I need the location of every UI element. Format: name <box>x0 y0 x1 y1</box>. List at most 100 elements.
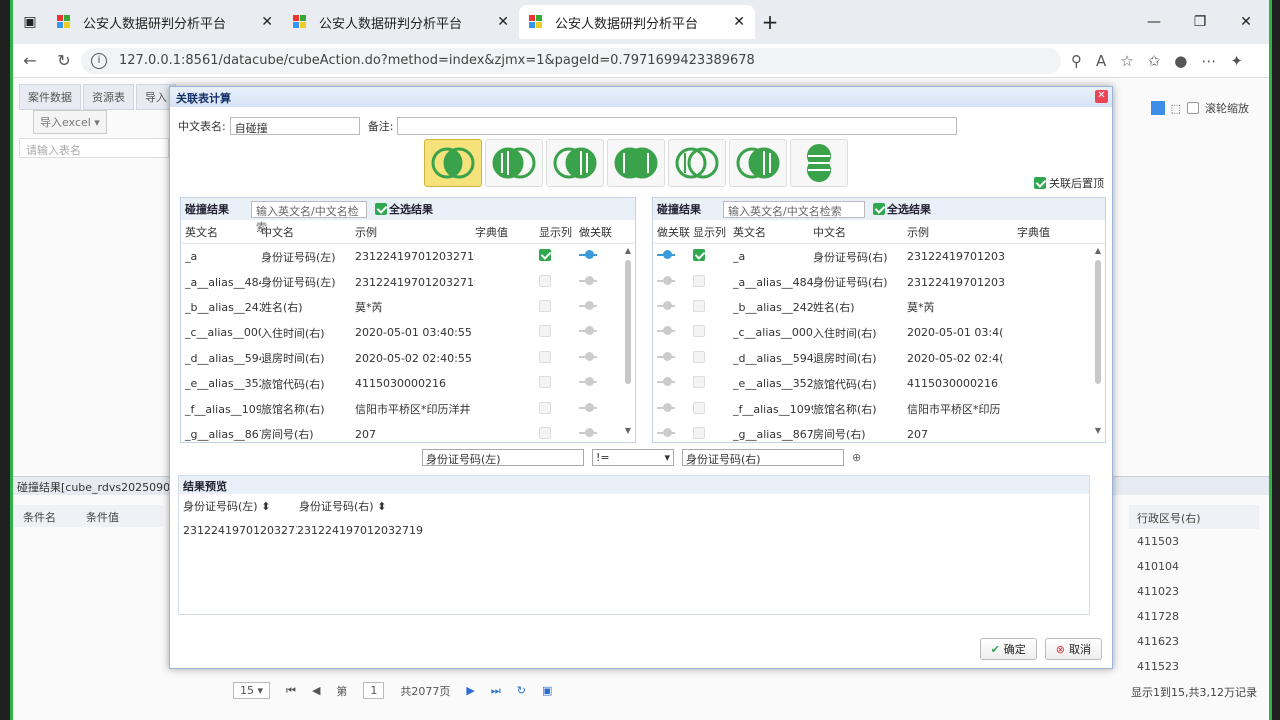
left-select-all-checkbox[interactable] <box>375 203 387 215</box>
pin-after-join-option[interactable]: 关联后置顶 <box>1034 175 1104 191</box>
prev-page-icon[interactable]: ◀ <box>312 684 320 697</box>
field-row[interactable]: _d__alias__594 退房时间(右) 2020-05-02 02:4( <box>653 346 1105 371</box>
page-size-select[interactable]: 15 ▾ <box>233 682 271 699</box>
show-column-checkbox[interactable] <box>539 376 551 389</box>
favorite-icon[interactable]: ☆ <box>1120 52 1133 70</box>
scroll-up-icon[interactable]: ▲ <box>1095 246 1101 255</box>
minimize-icon[interactable]: — <box>1131 0 1177 44</box>
show-column-checkbox[interactable] <box>693 401 705 414</box>
app-tab-resources[interactable]: 资源表 <box>83 84 134 110</box>
show-column-checkbox[interactable] <box>539 426 551 439</box>
link-toggle-icon[interactable] <box>657 326 679 336</box>
table-name-input[interactable]: 自碰撞 <box>229 117 360 135</box>
field-row[interactable]: _b__alias__242 姓名(右) 莫*芮 <box>181 295 635 320</box>
left-select-all[interactable]: 全选结果 <box>375 201 433 217</box>
field-row[interactable]: _a 身份证号码(左) 231224197012032719 <box>181 244 635 269</box>
field-row[interactable]: _c__alias__0003 入住时间(右) 2020-05-01 03:4( <box>653 320 1105 345</box>
show-column-checkbox[interactable] <box>693 325 705 338</box>
fit-tool-icon[interactable]: ⬚ <box>1171 102 1181 115</box>
field-row[interactable]: _f__alias__1099 旅馆名称(右) 信阳市平桥区*印历 <box>653 396 1105 421</box>
field-row[interactable]: _e__alias__352 旅馆代码(右) 4115030000216 <box>653 371 1105 396</box>
link-toggle-icon[interactable] <box>579 250 601 260</box>
full-join-button[interactable] <box>607 139 665 187</box>
show-column-checkbox[interactable] <box>693 350 705 363</box>
ok-button[interactable]: ✔ 确定 <box>979 638 1037 660</box>
operator-select[interactable]: != ▾ <box>592 449 674 466</box>
info-icon[interactable]: i <box>91 52 107 69</box>
link-toggle-icon[interactable] <box>579 377 601 387</box>
right-search-input[interactable]: 输入英文名/中文名检索 <box>723 200 865 218</box>
show-column-checkbox[interactable] <box>539 274 551 287</box>
right-exclusive-join-button[interactable] <box>729 139 787 187</box>
field-row[interactable]: _f__alias__1099旅馆名称(右) 信阳市平桥区*印历洋井 <box>181 396 635 421</box>
show-column-checkbox[interactable] <box>693 274 705 287</box>
link-toggle-icon[interactable] <box>657 377 679 387</box>
link-toggle-icon[interactable] <box>657 351 679 362</box>
close-icon[interactable]: ✕ <box>1095 90 1108 103</box>
left-field-select[interactable]: 身份证号码(左) <box>422 449 584 466</box>
link-toggle-icon[interactable] <box>657 275 679 286</box>
copilot-icon[interactable]: ✦ <box>1230 52 1243 70</box>
show-column-checkbox[interactable] <box>539 401 551 414</box>
last-page-icon[interactable]: ⏭ <box>491 684 501 698</box>
field-row[interactable]: _b__alias__242 姓名(右) 莫*芮 <box>653 295 1105 320</box>
first-page-icon[interactable]: ⏮ <box>286 684 296 698</box>
show-column-checkbox[interactable] <box>693 376 705 389</box>
show-column-checkbox[interactable] <box>539 325 551 338</box>
import-excel-button[interactable]: 导入excel ▾ <box>33 110 107 134</box>
new-tab-icon[interactable]: + <box>755 10 785 34</box>
url-field[interactable]: i 127.0.0.1:8561/datacube/cubeAction.do?… <box>81 47 1061 74</box>
right-field-select[interactable]: 身份证号码(右) <box>682 449 844 466</box>
field-row[interactable]: _c__alias__0003入住时间(右) 2020-05-01 03:40:5… <box>181 320 635 345</box>
scroll-down-icon[interactable]: ▼ <box>625 426 631 435</box>
field-row[interactable]: _d__alias__594 退房时间(右) 2020-05-02 02:40:55 <box>181 346 635 371</box>
reload-icon[interactable]: ↻ <box>517 684 526 697</box>
field-row[interactable]: _a__alias__4847 身份证号码(右) 23122419701203 <box>653 269 1105 294</box>
preview-col-left[interactable]: 身份证号码(左) ⬍ <box>183 498 293 514</box>
link-toggle-icon[interactable] <box>579 275 601 286</box>
right-join-button[interactable] <box>546 139 604 187</box>
close-tab-icon[interactable]: ✕ <box>261 14 273 30</box>
union-join-button[interactable] <box>790 139 848 187</box>
show-column-checkbox[interactable] <box>693 249 705 262</box>
link-toggle-icon[interactable] <box>657 250 679 260</box>
zoom-icon[interactable]: ⚲ <box>1071 52 1082 70</box>
left-scrollbar[interactable] <box>625 260 631 384</box>
window-menu-icon[interactable]: ▣ <box>13 5 47 39</box>
link-toggle-icon[interactable] <box>657 427 679 438</box>
field-row[interactable]: _g__alias__867 房间号(右) 207 <box>181 422 635 442</box>
right-select-all-checkbox[interactable] <box>873 203 885 215</box>
link-toggle-icon[interactable] <box>657 300 679 311</box>
back-icon[interactable]: ← <box>13 51 47 70</box>
pin-after-join-checkbox[interactable] <box>1034 177 1046 189</box>
link-toggle-icon[interactable] <box>579 402 601 413</box>
district-header[interactable]: 行政区号(右) <box>1129 505 1259 529</box>
right-scrollbar[interactable] <box>1095 260 1101 384</box>
close-tab-icon[interactable]: ✕ <box>497 14 509 30</box>
profile-icon[interactable]: ● <box>1174 52 1187 70</box>
show-column-checkbox[interactable] <box>693 299 705 312</box>
add-condition-icon[interactable]: ⊕ <box>852 451 861 464</box>
show-column-checkbox[interactable] <box>539 299 551 312</box>
browser-tab-1[interactable]: 公安人数据研判分析平台 ✕ <box>47 5 283 39</box>
link-toggle-icon[interactable] <box>657 402 679 413</box>
field-row[interactable]: _e__alias__352 旅馆代码(右) 4115030000216 <box>181 371 635 396</box>
close-tab-icon[interactable]: ✕ <box>733 14 745 30</box>
cancel-button[interactable]: ⊗ 取消 <box>1044 638 1102 660</box>
link-toggle-icon[interactable] <box>579 351 601 362</box>
inner-join-button[interactable] <box>424 139 482 187</box>
field-row[interactable]: _a 身份证号码(右) 23122419701203 <box>653 244 1105 269</box>
link-toggle-icon[interactable] <box>579 300 601 311</box>
close-window-icon[interactable]: ✕ <box>1223 0 1269 44</box>
app-tab-cases[interactable]: 案件数据 <box>19 84 81 110</box>
table-search-input[interactable]: 请输入表名 <box>19 138 169 158</box>
browser-tab-2[interactable]: 公安人数据研判分析平台 ✕ <box>283 5 519 39</box>
scroll-zoom-checkbox[interactable] <box>1187 102 1199 114</box>
left-exclusive-join-button[interactable] <box>668 139 726 187</box>
link-toggle-icon[interactable] <box>579 326 601 336</box>
browser-tab-3[interactable]: 公安人数据研判分析平台 ✕ <box>519 5 755 39</box>
show-column-checkbox[interactable] <box>539 249 551 262</box>
export-icon[interactable]: ▣ <box>542 684 552 697</box>
left-join-button[interactable] <box>485 139 543 187</box>
preview-col-right[interactable]: 身份证号码(右) ⬍ <box>299 498 409 514</box>
